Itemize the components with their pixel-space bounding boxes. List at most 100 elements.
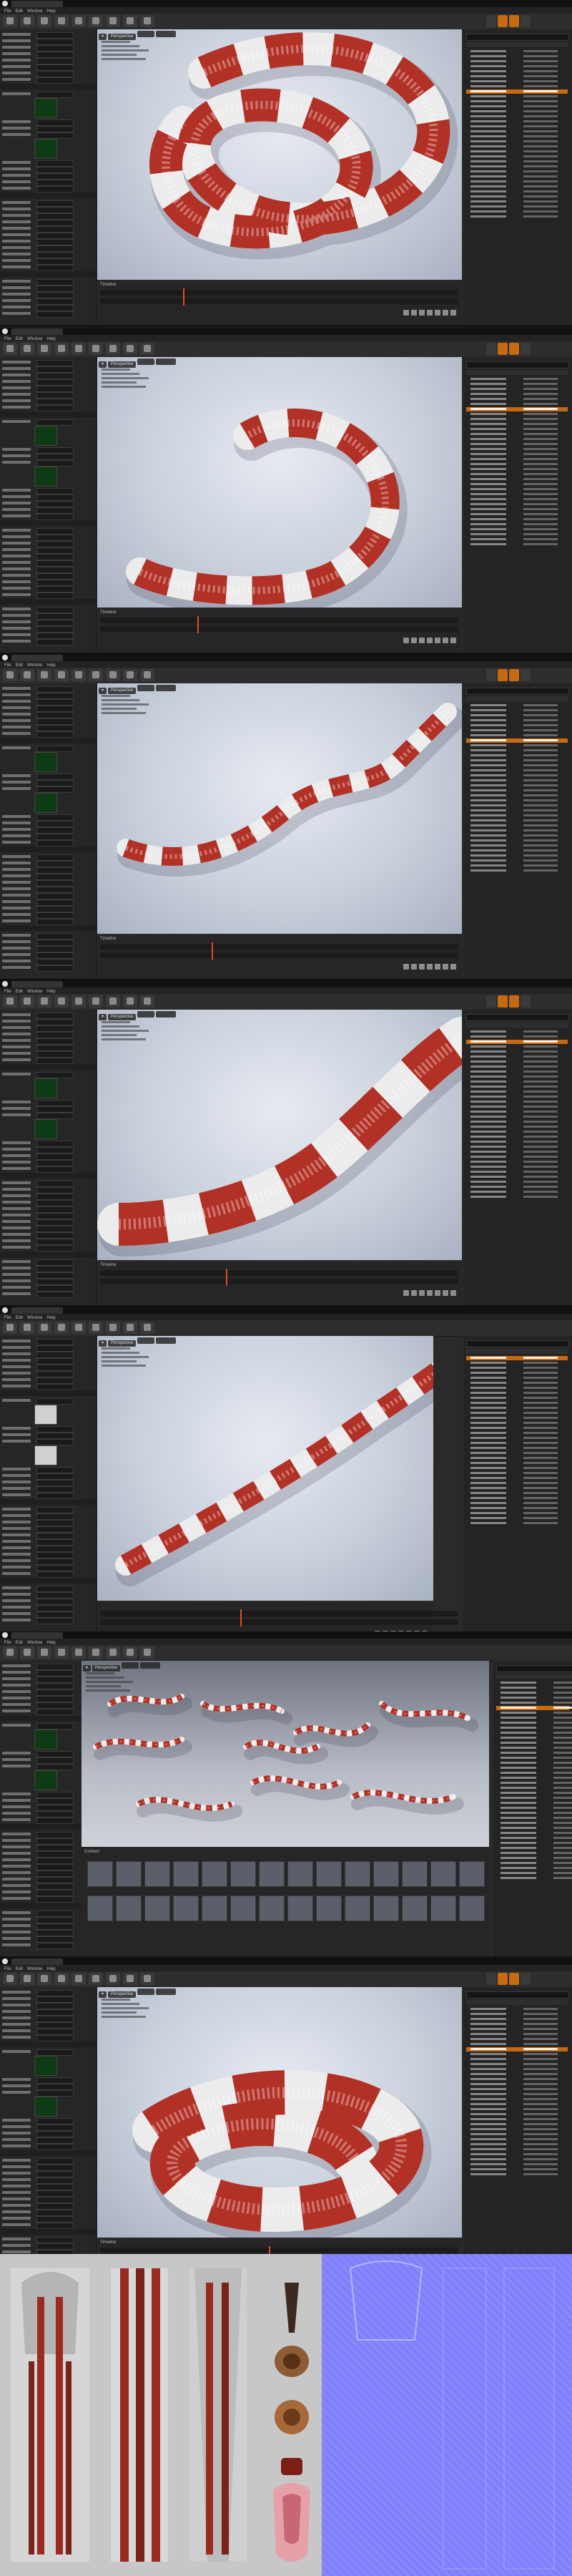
outliner-row[interactable] xyxy=(496,1766,572,1770)
property-row[interactable] xyxy=(2,1689,94,1696)
outliner-row[interactable] xyxy=(496,1696,572,1700)
outliner-row[interactable] xyxy=(466,1521,568,1526)
property-row[interactable] xyxy=(2,712,94,718)
toolbar-button[interactable] xyxy=(123,1322,137,1334)
property-row[interactable] xyxy=(2,132,94,139)
outliner-row[interactable] xyxy=(466,1170,568,1174)
asset-thumbnail[interactable] xyxy=(316,1861,342,1887)
outliner-row[interactable] xyxy=(466,482,568,487)
property-value[interactable] xyxy=(36,1877,74,1883)
property-row[interactable] xyxy=(2,1245,94,1252)
level-tab[interactable] xyxy=(11,655,63,661)
outliner-row[interactable] xyxy=(466,437,568,441)
property-row[interactable] xyxy=(2,580,94,586)
property-row[interactable] xyxy=(2,547,94,554)
outliner-row[interactable] xyxy=(466,2162,568,2167)
outliner-row[interactable] xyxy=(466,74,568,79)
property-row[interactable] xyxy=(2,1019,94,1025)
texture-thumbnail[interactable] xyxy=(34,752,57,772)
property-value[interactable] xyxy=(36,854,74,861)
outliner-row[interactable] xyxy=(466,1055,568,1059)
outliner-row[interactable] xyxy=(466,1451,568,1455)
outliner-row[interactable] xyxy=(466,748,568,753)
outliner-row[interactable] xyxy=(466,467,568,472)
property-value[interactable] xyxy=(36,731,74,738)
outliner-row[interactable] xyxy=(466,537,568,542)
property-row[interactable] xyxy=(2,1513,94,1520)
playback-button[interactable] xyxy=(435,964,440,970)
property-row[interactable] xyxy=(2,2237,94,2243)
toolbar-button[interactable] xyxy=(20,343,34,355)
property-value[interactable] xyxy=(36,1792,74,1798)
outliner-row[interactable] xyxy=(466,382,568,386)
property-row[interactable] xyxy=(2,639,94,645)
property-value[interactable] xyxy=(36,1599,74,1605)
property-row[interactable] xyxy=(2,1279,94,1285)
property-value[interactable] xyxy=(36,507,74,514)
property-value[interactable] xyxy=(36,258,74,265)
search-input[interactable] xyxy=(466,34,569,41)
property-value[interactable] xyxy=(36,528,74,535)
property-row[interactable] xyxy=(2,1936,94,1943)
property-row[interactable] xyxy=(2,1546,94,1552)
mode-button[interactable] xyxy=(498,15,508,27)
property-value[interactable] xyxy=(36,1398,74,1405)
property-row[interactable] xyxy=(2,1864,94,1870)
property-row[interactable] xyxy=(2,1832,94,1838)
property-value[interactable] xyxy=(36,912,74,919)
property-row[interactable] xyxy=(2,893,94,899)
toolbar-button[interactable] xyxy=(72,669,86,681)
property-value[interactable] xyxy=(36,1032,74,1038)
toolbar-button[interactable] xyxy=(89,669,103,681)
property-row[interactable] xyxy=(2,2077,94,2084)
outliner-row[interactable] xyxy=(466,1160,568,1164)
property-value[interactable] xyxy=(36,32,74,39)
property-value[interactable] xyxy=(36,1546,74,1552)
asset-thumbnail[interactable] xyxy=(230,1861,256,1887)
outliner-row[interactable] xyxy=(496,1846,572,1850)
outliner-row[interactable] xyxy=(466,2012,568,2016)
property-value[interactable] xyxy=(36,207,74,213)
property-row[interactable] xyxy=(2,119,94,126)
outliner-row[interactable] xyxy=(496,1726,572,1730)
property-row[interactable] xyxy=(2,386,94,392)
outliner-row[interactable] xyxy=(466,542,568,547)
property-value[interactable] xyxy=(36,1818,74,1824)
property-row[interactable] xyxy=(2,1058,94,1064)
property-row[interactable] xyxy=(2,360,94,366)
playback-button[interactable] xyxy=(450,1290,456,1296)
viewport[interactable]: ▾ Perspective xyxy=(97,29,462,280)
toolbar-button[interactable] xyxy=(89,1973,103,1985)
texture-thumbnail[interactable] xyxy=(34,1119,57,1139)
property-row[interactable] xyxy=(2,2016,94,2022)
property-row[interactable] xyxy=(2,1352,94,1358)
property-value[interactable] xyxy=(36,620,74,626)
outliner-row[interactable] xyxy=(496,1731,572,1735)
mode-button[interactable] xyxy=(509,15,519,27)
asset-thumbnail[interactable] xyxy=(202,1896,227,1921)
property-value[interactable] xyxy=(36,718,74,725)
mode-button[interactable] xyxy=(486,1973,496,1985)
outliner-row[interactable] xyxy=(466,462,568,467)
property-value[interactable] xyxy=(36,1689,74,1696)
property-value[interactable] xyxy=(36,1051,74,1058)
property-value[interactable] xyxy=(36,1936,74,1943)
outliner-row[interactable] xyxy=(466,859,568,863)
viewport[interactable]: ▾ Perspective xyxy=(97,1987,462,2238)
property-value[interactable] xyxy=(36,180,74,186)
property-value[interactable] xyxy=(36,906,74,912)
property-row[interactable] xyxy=(2,405,94,411)
property-value[interactable] xyxy=(36,167,74,173)
texture-thumbnail[interactable] xyxy=(34,1405,57,1425)
property-row[interactable] xyxy=(2,1493,94,1499)
outliner-row[interactable] xyxy=(466,1416,568,1420)
outliner-row[interactable] xyxy=(496,1716,572,1720)
property-value[interactable] xyxy=(36,639,74,645)
outliner-row[interactable] xyxy=(466,703,568,708)
outliner-row[interactable] xyxy=(466,814,568,818)
property-value[interactable] xyxy=(36,1045,74,1051)
outliner-row[interactable] xyxy=(466,447,568,452)
property-value[interactable] xyxy=(36,39,74,45)
outliner-row[interactable] xyxy=(466,1165,568,1169)
property-value[interactable] xyxy=(36,1141,74,1147)
